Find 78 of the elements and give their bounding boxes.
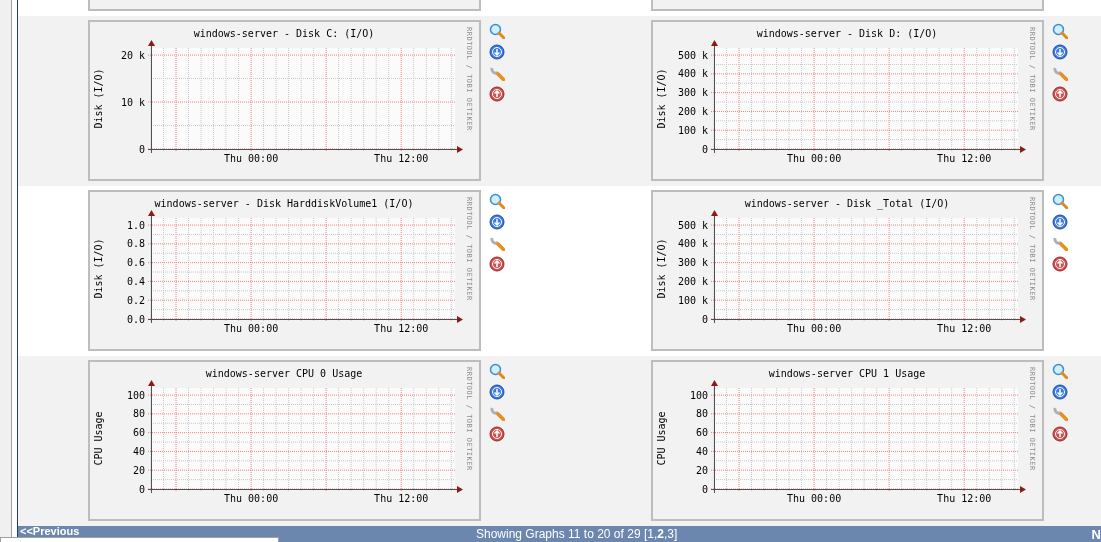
tick-label: 60 [695, 427, 708, 439]
up-arrow-circle-icon[interactable] [489, 256, 505, 272]
chart-title: windows-server - Disk C: (I/O) [193, 28, 375, 39]
tick-label: 100 [689, 389, 708, 401]
tick-label: 0.8 [126, 238, 145, 250]
axis-label: CPU Usage [93, 411, 104, 466]
tick-label: 1.0 [126, 219, 145, 231]
tick-label: 100 k [677, 124, 708, 136]
axis-label: CPU Usage [656, 411, 667, 466]
search-icon[interactable] [489, 193, 505, 209]
tick-label: 0 [701, 143, 708, 155]
tick-label: Thu 12:00 [937, 323, 992, 334]
tick-label: 0.0 [126, 313, 145, 325]
chart-title: windows-server CPU 1 Usage [768, 368, 926, 379]
axis-label: Disk (I/O) [93, 238, 104, 299]
tick-label: Thu 00:00 [224, 153, 279, 164]
search-icon[interactable] [1052, 23, 1068, 39]
tick-label: 0.2 [126, 294, 145, 306]
tick-label: 0.6 [126, 257, 145, 269]
tick-label: 10 k [120, 96, 145, 108]
tick-label: 0 [138, 143, 145, 155]
tick-label: 80 [695, 408, 708, 420]
tick-label: 0 [138, 483, 145, 495]
tick-label: Thu 00:00 [224, 493, 279, 504]
up-arrow-circle-icon[interactable] [1052, 86, 1068, 102]
tick-label: 300 k [677, 257, 708, 269]
axis-label: Disk (I/O) [93, 68, 104, 129]
tick-label: 20 [695, 464, 708, 476]
down-arrow-circle-icon[interactable] [489, 384, 505, 400]
search-icon[interactable] [1052, 193, 1068, 209]
tick-label: 500 k [677, 219, 708, 231]
chart-title: windows-server - Disk D: (I/O) [756, 28, 938, 39]
tick-label: 80 [132, 408, 145, 420]
tick-label: 400 k [677, 238, 708, 250]
down-arrow-circle-icon[interactable] [1052, 214, 1068, 230]
up-arrow-circle-icon[interactable] [489, 86, 505, 102]
up-arrow-circle-icon[interactable] [1052, 256, 1068, 272]
next-link[interactable]: N [1091, 528, 1101, 541]
chart-title: windows-server - Disk _Total (I/O) [744, 198, 950, 209]
tick-label: Thu 00:00 [224, 323, 279, 334]
tick-label: 100 [126, 389, 145, 401]
down-arrow-circle-icon[interactable] [1052, 384, 1068, 400]
tick-label: 60 [132, 427, 145, 439]
tick-label: 40 [695, 445, 708, 457]
tick-label: 100 k [677, 294, 708, 306]
tick-label: Thu 00:00 [787, 493, 842, 504]
axis-label: Disk (I/O) [656, 238, 667, 299]
tick-label: 500 k [677, 49, 708, 61]
tick-label: Thu 00:00 [787, 153, 842, 164]
tick-label: Thu 12:00 [374, 493, 429, 504]
search-icon[interactable] [489, 363, 505, 379]
tick-label: Thu 12:00 [937, 153, 992, 164]
previous-link[interactable]: <<Previous [20, 526, 80, 537]
tick-label: 40 [132, 445, 145, 457]
down-arrow-circle-icon[interactable] [489, 214, 505, 230]
tick-label: 0.4 [126, 275, 145, 287]
tick-label: 0 [701, 313, 708, 325]
down-arrow-circle-icon[interactable] [1052, 44, 1068, 60]
tick-label: 20 k [120, 49, 145, 61]
search-icon[interactable] [1052, 363, 1068, 379]
up-arrow-circle-icon[interactable] [1052, 426, 1068, 442]
tick-label: 200 k [677, 275, 708, 287]
down-arrow-circle-icon[interactable] [489, 44, 505, 60]
tick-label: Thu 12:00 [374, 323, 429, 334]
tick-label: 200 k [677, 105, 708, 117]
tick-label: 20 [132, 464, 145, 476]
search-icon[interactable] [489, 23, 505, 39]
up-arrow-circle-icon[interactable] [489, 426, 505, 442]
tick-label: Thu 12:00 [374, 153, 429, 164]
pager-summary: Showing Graphs 11 to 20 of 29 [1,2,3] [476, 528, 678, 540]
axis-label: Disk (I/O) [656, 68, 667, 129]
tick-label: Thu 12:00 [937, 493, 992, 504]
tick-label: 300 k [677, 87, 708, 99]
tick-label: Thu 00:00 [787, 323, 842, 334]
tick-label: 0 [701, 483, 708, 495]
chart-title: windows-server CPU 0 Usage [205, 368, 363, 379]
tick-label: 400 k [677, 68, 708, 80]
chart-title: windows-server - Disk HarddiskVolume1 (I/O) [154, 198, 414, 209]
